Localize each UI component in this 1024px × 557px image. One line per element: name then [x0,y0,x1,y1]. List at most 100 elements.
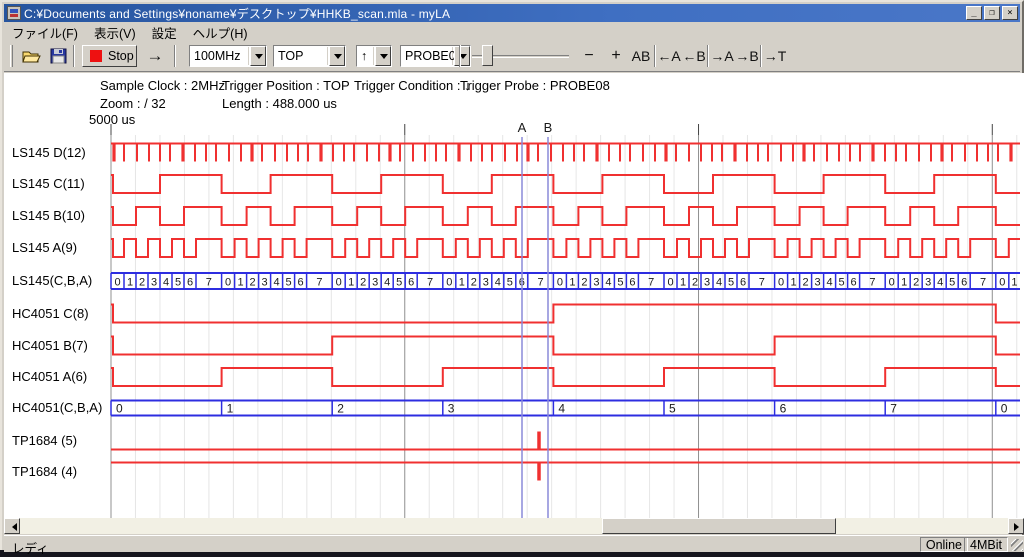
bus-value-label: 7 [206,277,212,289]
goto-cursor-b-left-button[interactable]: ←B [683,44,705,68]
bus-value-label: 3 [151,277,157,289]
bus-value-label: 5 [949,277,955,289]
bus-value-label: 4 [827,277,833,289]
toolbar-separator [174,45,176,67]
open-folder-icon [22,48,42,64]
bus-value-label: 7 [538,277,544,289]
bus-value-label: 2 [360,277,366,289]
goto-cursor-b-right-button[interactable]: →B [736,44,758,68]
dropdown-arrow-icon[interactable] [454,46,470,66]
scroll-left-button[interactable] [4,518,20,534]
bus-value-label: 4 [163,277,169,289]
dropdown-arrow-icon[interactable] [329,46,345,66]
bus-value-label: 6 [298,277,304,289]
goto-cursor-a-right-button[interactable]: →A [711,44,733,68]
dropdown-arrow-icon[interactable] [250,46,266,66]
minimize-button[interactable]: _ [966,6,982,20]
bus-value-label: 0 [1001,402,1008,416]
menu-file[interactable]: ファイル(F) [4,22,86,43]
bus-value-label: 7 [648,277,654,289]
trigger-position-combo[interactable]: TOP [273,45,346,67]
status-online-badge: Online [920,537,968,552]
bus-value-label: 7 [890,402,897,416]
zoom-out-button[interactable]: − [579,44,599,68]
toolbar-separator [459,45,461,67]
run-button[interactable]: → [142,44,168,68]
cursor-b-label: B [544,120,553,135]
bus-value-label: 1 [459,277,465,289]
open-file-button[interactable] [20,44,44,68]
trigger-position-value: TOP [275,47,328,65]
signal-trace [111,368,1020,386]
signal-trace [111,305,1020,323]
bus-value-label: 5 [175,277,181,289]
menu-help[interactable]: ヘルプ(H) [185,22,256,43]
maximize-button[interactable]: ❐ [984,6,1000,20]
menu-settings[interactable]: 設定 [144,22,185,43]
bus-value-label: 6 [187,277,193,289]
bus-value-label: 7 [316,277,322,289]
stop-button[interactable]: Stop [82,45,137,67]
stop-icon [90,50,102,62]
scroll-right-button[interactable] [1008,518,1024,534]
bus-value-label: 0 [667,277,673,289]
signal-trace [111,337,1020,355]
toolbar-grip[interactable] [10,45,13,67]
sample-clock-combo[interactable]: 100MHz [189,45,267,67]
toolbar-separator [707,45,709,67]
menu-view[interactable]: 表示(V) [86,22,144,43]
zoom-in-button[interactable]: + [606,44,626,68]
bus-value-label: 0 [999,277,1005,289]
bus-value-label: 3 [262,277,268,289]
bus-value-label: 3 [593,277,599,289]
ab-cursor-button[interactable]: AB [630,44,652,68]
bus-value-label: 1 [680,277,686,289]
bus-value-label: 7 [980,277,986,289]
bus-value-label: 1 [127,277,133,289]
bus-value-label: 4 [274,277,280,289]
bus-value-label: 6 [740,277,746,289]
save-file-button[interactable] [46,44,70,68]
bus-value-label: 4 [605,277,611,289]
trigger-edge-combo[interactable]: ↑ [356,45,392,67]
bus-value-label: 6 [851,277,857,289]
bus-value-label: 0 [778,277,784,289]
resize-grip[interactable] [1011,539,1023,551]
bus-value-label: 3 [704,277,710,289]
bus-value-label: 3 [448,402,455,416]
bus-value-label: 4 [937,277,943,289]
bus-value-label: 7 [759,277,765,289]
close-button[interactable]: × [1002,6,1018,20]
zoom-slider-handle[interactable] [482,45,493,66]
bus-value-label: 2 [471,277,477,289]
bus-value-label: 4 [716,277,722,289]
dropdown-arrow-icon[interactable] [375,46,391,66]
bus-value-label: 0 [889,277,895,289]
sample-clock-value: 100MHz [191,47,249,65]
bus-value-label: 2 [581,277,587,289]
bus-value-label: 0 [116,402,123,416]
horizontal-scrollbar[interactable] [4,518,1024,534]
toolbar-separator [760,45,762,67]
bus-value-label: 1 [569,277,575,289]
goto-trigger-button[interactable]: →T [764,44,786,68]
toolbar-separator [73,45,75,67]
bus-value-label: 5 [728,277,734,289]
bus-value-label: 1 [1011,277,1017,289]
status-ready-text: レディ [12,538,49,557]
window-title: C:¥Documents and Settings¥noname¥デスクトップ¥… [24,5,964,22]
bus-value-label: 3 [372,277,378,289]
toolbar-separator [654,45,656,67]
scrollbar-thumb[interactable] [602,518,836,534]
bus-value-label: 1 [791,277,797,289]
bus-value-label: 6 [780,402,787,416]
bus-value-label: 6 [629,277,635,289]
waveform-display[interactable]: 0123456701234567012345670123456701234567… [4,73,1024,518]
bus-value-label: 0 [225,277,231,289]
bus-value-label: 1 [348,277,354,289]
bus-value-label: 0 [446,277,452,289]
bus-value-label: 5 [286,277,292,289]
trigger-probe-value: PROBE00 [402,47,453,65]
app-icon[interactable] [7,6,21,20]
goto-cursor-a-left-button[interactable]: ←A [658,44,680,68]
